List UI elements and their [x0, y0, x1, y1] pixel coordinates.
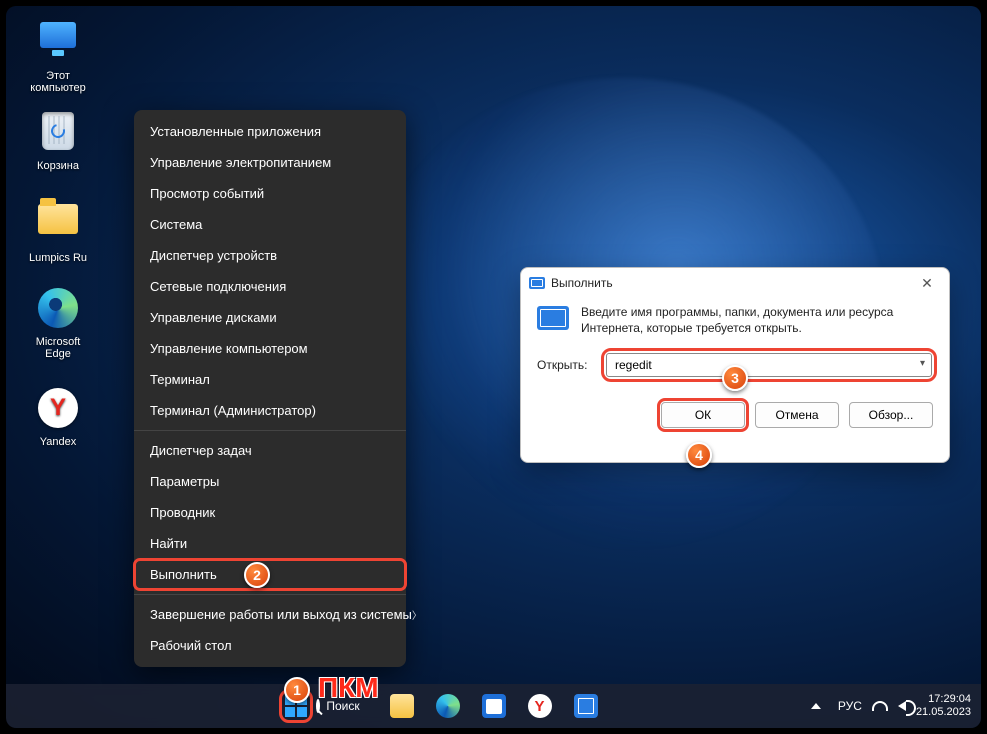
desktop-icon-this-pc[interactable]: Этот компьютер — [22, 20, 94, 94]
run-icon — [529, 277, 545, 289]
yandex-icon — [38, 388, 78, 428]
taskbar-app-store[interactable] — [474, 686, 514, 726]
run-icon — [574, 694, 598, 718]
browse-button[interactable]: Обзор... — [849, 402, 933, 428]
recycle-bin-icon — [42, 112, 74, 150]
winx-context-menu: Установленные приложения Управление элек… — [134, 110, 406, 667]
menu-item-run[interactable]: Выполнить — [134, 559, 406, 590]
menu-item-shutdown-signout[interactable]: Завершение работы или выход из системы〉 — [134, 599, 406, 630]
menu-item-task-manager[interactable]: Диспетчер задач — [134, 435, 406, 466]
menu-item-device-manager[interactable]: Диспетчер устройств — [134, 240, 406, 271]
desktop[interactable]: Этот компьютер Корзина Lumpics Ru Micros… — [6, 6, 981, 728]
menu-item-settings[interactable]: Параметры — [134, 466, 406, 497]
menu-item-disk-management[interactable]: Управление дисками — [134, 302, 406, 333]
taskbar-clock[interactable]: 17:29:04 21.05.2023 — [916, 693, 971, 718]
menu-separator — [134, 594, 406, 595]
clock-time: 17:29:04 — [916, 693, 971, 706]
language-indicator[interactable]: РУС — [838, 699, 862, 713]
speaker-icon — [898, 701, 906, 711]
menu-item-terminal-admin[interactable]: Терминал (Администратор) — [134, 395, 406, 426]
desktop-icon-folder-lumpics[interactable]: Lumpics Ru — [22, 198, 94, 264]
open-label: Открыть: — [537, 358, 595, 372]
run-dialog-title: Выполнить — [551, 276, 907, 290]
taskbar-app-edge[interactable] — [428, 686, 468, 726]
menu-separator — [134, 430, 406, 431]
menu-item-computer-management[interactable]: Управление компьютером — [134, 333, 406, 364]
chevron-right-icon: 〉 — [412, 607, 422, 622]
run-icon — [537, 306, 569, 330]
menu-item-terminal[interactable]: Терминал — [134, 364, 406, 395]
taskbar-app-run[interactable] — [566, 686, 606, 726]
file-explorer-icon — [390, 694, 414, 718]
desktop-icon-yandex[interactable]: Yandex — [22, 386, 94, 448]
yandex-icon — [528, 694, 552, 718]
desktop-icon-label: Lumpics Ru — [22, 252, 94, 264]
edge-icon — [38, 288, 78, 328]
store-icon — [482, 694, 506, 718]
menu-item-event-viewer[interactable]: Просмотр событий — [134, 178, 406, 209]
monitor-icon — [40, 22, 76, 48]
chevron-up-icon — [811, 703, 821, 709]
taskbar: Поиск РУС 17:29:04 21.05.2023 — [6, 684, 981, 728]
open-input[interactable] — [606, 353, 932, 377]
menu-item-desktop[interactable]: Рабочий стол — [134, 630, 406, 661]
clock-date: 21.05.2023 — [916, 706, 971, 719]
annotation-marker-3: 3 — [722, 365, 748, 391]
wifi-icon — [872, 701, 888, 711]
menu-item-system[interactable]: Система — [134, 209, 406, 240]
desktop-icon-edge[interactable]: Microsoft Edge — [22, 286, 94, 360]
desktop-icon-label: Microsoft Edge — [22, 336, 94, 360]
tray-volume[interactable] — [898, 701, 906, 711]
menu-item-file-explorer[interactable]: Проводник — [134, 497, 406, 528]
annotation-marker-1: 1 — [284, 677, 310, 703]
menu-item-power-options[interactable]: Управление электропитанием — [134, 147, 406, 178]
annotation-marker-4: 4 — [686, 442, 712, 468]
edge-icon — [436, 694, 460, 718]
menu-item-installed-apps[interactable]: Установленные приложения — [134, 116, 406, 147]
tray-overflow[interactable] — [804, 686, 828, 726]
menu-item-search[interactable]: Найти — [134, 528, 406, 559]
taskbar-app-explorer[interactable] — [382, 686, 422, 726]
close-button[interactable]: ✕ — [913, 272, 941, 294]
taskbar-app-yandex[interactable] — [520, 686, 560, 726]
ok-button[interactable]: ОК — [661, 402, 745, 428]
run-dialog-titlebar[interactable]: Выполнить ✕ — [521, 268, 949, 298]
annotation-marker-2: 2 — [244, 562, 270, 588]
folder-icon — [38, 204, 78, 234]
desktop-icon-recycle-bin[interactable]: Корзина — [22, 110, 94, 172]
desktop-icon-label: Этот компьютер — [22, 70, 94, 94]
annotation-pkm-label: ПКМ — [318, 672, 379, 704]
desktop-icon-label: Yandex — [22, 436, 94, 448]
desktop-icon-label: Корзина — [22, 160, 94, 172]
menu-item-network-connections[interactable]: Сетевые подключения — [134, 271, 406, 302]
cancel-button[interactable]: Отмена — [755, 402, 839, 428]
run-dialog-prompt: Введите имя программы, папки, документа … — [581, 304, 933, 336]
tray-network[interactable] — [872, 701, 888, 711]
